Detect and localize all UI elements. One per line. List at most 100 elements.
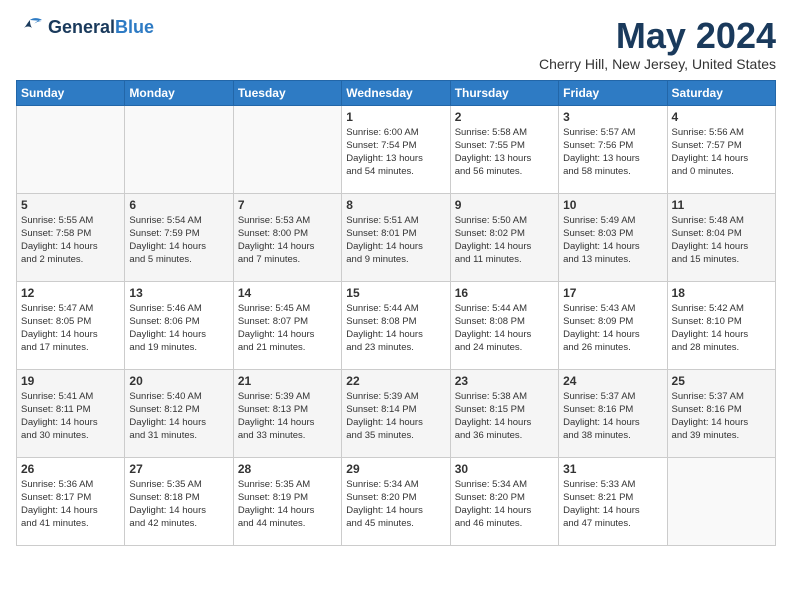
calendar-cell: 28 Sunrise: 5:35 AM Sunset: 8:19 PM Dayli… xyxy=(233,457,341,545)
calendar-cell: 15 Sunrise: 5:44 AM Sunset: 8:08 PM Dayli… xyxy=(342,281,450,369)
calendar-week-row: 5 Sunrise: 5:55 AM Sunset: 7:58 PM Daylig… xyxy=(17,193,776,281)
day-info: Sunrise: 5:45 AM Sunset: 8:07 PM Dayligh… xyxy=(238,302,337,355)
day-info: Sunrise: 5:35 AM Sunset: 8:18 PM Dayligh… xyxy=(129,478,228,531)
day-info: Sunrise: 5:40 AM Sunset: 8:12 PM Dayligh… xyxy=(129,390,228,443)
day-number: 3 xyxy=(563,110,662,124)
calendar-cell: 10Sunrise: 5:49 AM Sunset: 8:03 PM Dayli… xyxy=(559,193,667,281)
day-info: Sunrise: 5:34 AM Sunset: 8:20 PM Dayligh… xyxy=(455,478,554,531)
day-number: 26 xyxy=(21,462,120,476)
calendar-week-row: 12 Sunrise: 5:47 AM Sunset: 8:05 PM Dayli… xyxy=(17,281,776,369)
day-number: 27 xyxy=(129,462,228,476)
calendar-week-row: 19 Sunrise: 5:41 AM Sunset: 8:11 PM Dayli… xyxy=(17,369,776,457)
day-number: 7 xyxy=(238,198,337,212)
weekday-header-friday: Friday xyxy=(559,80,667,105)
weekday-header-thursday: Thursday xyxy=(450,80,558,105)
calendar-week-row: 26 Sunrise: 5:36 AM Sunset: 8:17 PM Dayli… xyxy=(17,457,776,545)
day-number: 30 xyxy=(455,462,554,476)
day-info: Sunrise: 5:37 AM Sunset: 8:16 PM Dayligh… xyxy=(672,390,771,443)
calendar-cell: 8Sunrise: 5:51 AM Sunset: 8:01 PM Daylig… xyxy=(342,193,450,281)
weekday-header-saturday: Saturday xyxy=(667,80,775,105)
calendar-cell: 20Sunrise: 5:40 AM Sunset: 8:12 PM Dayli… xyxy=(125,369,233,457)
calendar-cell: 29 Sunrise: 5:34 AM Sunset: 8:20 PM Dayli… xyxy=(342,457,450,545)
day-info: Sunrise: 5:47 AM Sunset: 8:05 PM Dayligh… xyxy=(21,302,120,355)
day-number: 21 xyxy=(238,374,337,388)
day-number: 17 xyxy=(563,286,662,300)
logo-text: GeneralBlue xyxy=(48,18,154,38)
day-number: 2 xyxy=(455,110,554,124)
day-info: Sunrise: 5:49 AM Sunset: 8:03 PM Dayligh… xyxy=(563,214,662,267)
page-header: GeneralBlue May 2024 Cherry Hill, New Je… xyxy=(16,16,776,72)
day-info: Sunrise: 5:46 AM Sunset: 8:06 PM Dayligh… xyxy=(129,302,228,355)
day-info: Sunrise: 5:35 AM Sunset: 8:19 PM Dayligh… xyxy=(238,478,337,531)
day-info: Sunrise: 5:51 AM Sunset: 8:01 PM Dayligh… xyxy=(346,214,445,267)
weekday-header-sunday: Sunday xyxy=(17,80,125,105)
weekday-header-tuesday: Tuesday xyxy=(233,80,341,105)
day-number: 31 xyxy=(563,462,662,476)
day-info: Sunrise: 5:44 AM Sunset: 8:08 PM Dayligh… xyxy=(455,302,554,355)
day-info: Sunrise: 5:53 AM Sunset: 8:00 PM Dayligh… xyxy=(238,214,337,267)
calendar-cell: 23Sunrise: 5:38 AM Sunset: 8:15 PM Dayli… xyxy=(450,369,558,457)
day-number: 9 xyxy=(455,198,554,212)
calendar-header: SundayMondayTuesdayWednesdayThursdayFrid… xyxy=(17,80,776,105)
day-info: Sunrise: 5:37 AM Sunset: 8:16 PM Dayligh… xyxy=(563,390,662,443)
day-number: 12 xyxy=(21,286,120,300)
calendar-cell: 7 Sunrise: 5:53 AM Sunset: 8:00 PM Daylig… xyxy=(233,193,341,281)
calendar-cell: 16Sunrise: 5:44 AM Sunset: 8:08 PM Dayli… xyxy=(450,281,558,369)
day-number: 28 xyxy=(238,462,337,476)
day-info: Sunrise: 5:42 AM Sunset: 8:10 PM Dayligh… xyxy=(672,302,771,355)
day-info: Sunrise: 5:34 AM Sunset: 8:20 PM Dayligh… xyxy=(346,478,445,531)
day-info: Sunrise: 5:55 AM Sunset: 7:58 PM Dayligh… xyxy=(21,214,120,267)
day-number: 15 xyxy=(346,286,445,300)
calendar-cell: 18 Sunrise: 5:42 AM Sunset: 8:10 PM Dayli… xyxy=(667,281,775,369)
calendar-cell: 9 Sunrise: 5:50 AM Sunset: 8:02 PM Daylig… xyxy=(450,193,558,281)
location: Cherry Hill, New Jersey, United States xyxy=(539,56,776,72)
calendar-cell: 4 Sunrise: 5:56 AM Sunset: 7:57 PM Daylig… xyxy=(667,105,775,193)
day-number: 1 xyxy=(346,110,445,124)
calendar-cell: 21Sunrise: 5:39 AM Sunset: 8:13 PM Dayli… xyxy=(233,369,341,457)
calendar-cell: 22 Sunrise: 5:39 AM Sunset: 8:14 PM Dayli… xyxy=(342,369,450,457)
calendar-week-row: 1Sunrise: 6:00 AM Sunset: 7:54 PM Daylig… xyxy=(17,105,776,193)
day-number: 29 xyxy=(346,462,445,476)
calendar-cell: 17 Sunrise: 5:43 AM Sunset: 8:09 PM Dayli… xyxy=(559,281,667,369)
calendar-cell: 30 Sunrise: 5:34 AM Sunset: 8:20 PM Dayli… xyxy=(450,457,558,545)
weekday-header-wednesday: Wednesday xyxy=(342,80,450,105)
day-info: Sunrise: 5:48 AM Sunset: 8:04 PM Dayligh… xyxy=(672,214,771,267)
day-info: Sunrise: 5:36 AM Sunset: 8:17 PM Dayligh… xyxy=(21,478,120,531)
day-info: Sunrise: 5:54 AM Sunset: 7:59 PM Dayligh… xyxy=(129,214,228,267)
day-number: 25 xyxy=(672,374,771,388)
day-info: Sunrise: 5:50 AM Sunset: 8:02 PM Dayligh… xyxy=(455,214,554,267)
day-number: 14 xyxy=(238,286,337,300)
day-number: 23 xyxy=(455,374,554,388)
calendar-cell: 2 Sunrise: 5:58 AM Sunset: 7:55 PM Daylig… xyxy=(450,105,558,193)
calendar-cell: 13 Sunrise: 5:46 AM Sunset: 8:06 PM Dayli… xyxy=(125,281,233,369)
calendar-cell xyxy=(125,105,233,193)
calendar-cell xyxy=(17,105,125,193)
day-info: Sunrise: 5:58 AM Sunset: 7:55 PM Dayligh… xyxy=(455,126,554,179)
calendar-cell: 24Sunrise: 5:37 AM Sunset: 8:16 PM Dayli… xyxy=(559,369,667,457)
day-info: Sunrise: 5:41 AM Sunset: 8:11 PM Dayligh… xyxy=(21,390,120,443)
day-info: Sunrise: 5:57 AM Sunset: 7:56 PM Dayligh… xyxy=(563,126,662,179)
calendar-cell: 3 Sunrise: 5:57 AM Sunset: 7:56 PM Daylig… xyxy=(559,105,667,193)
day-info: Sunrise: 5:56 AM Sunset: 7:57 PM Dayligh… xyxy=(672,126,771,179)
calendar-cell: 12 Sunrise: 5:47 AM Sunset: 8:05 PM Dayli… xyxy=(17,281,125,369)
day-number: 22 xyxy=(346,374,445,388)
calendar-cell: 25 Sunrise: 5:37 AM Sunset: 8:16 PM Dayli… xyxy=(667,369,775,457)
day-number: 11 xyxy=(672,198,771,212)
calendar-cell xyxy=(233,105,341,193)
day-info: Sunrise: 5:44 AM Sunset: 8:08 PM Dayligh… xyxy=(346,302,445,355)
calendar-cell: 31 Sunrise: 5:33 AM Sunset: 8:21 PM Dayli… xyxy=(559,457,667,545)
day-number: 19 xyxy=(21,374,120,388)
day-number: 18 xyxy=(672,286,771,300)
day-info: Sunrise: 5:43 AM Sunset: 8:09 PM Dayligh… xyxy=(563,302,662,355)
calendar-cell xyxy=(667,457,775,545)
month-title: May 2024 xyxy=(539,16,776,56)
weekday-header-monday: Monday xyxy=(125,80,233,105)
day-number: 5 xyxy=(21,198,120,212)
day-number: 13 xyxy=(129,286,228,300)
day-info: Sunrise: 5:39 AM Sunset: 8:14 PM Dayligh… xyxy=(346,390,445,443)
calendar-body: 1Sunrise: 6:00 AM Sunset: 7:54 PM Daylig… xyxy=(17,105,776,545)
day-number: 4 xyxy=(672,110,771,124)
day-info: Sunrise: 5:33 AM Sunset: 8:21 PM Dayligh… xyxy=(563,478,662,531)
calendar-cell: 19 Sunrise: 5:41 AM Sunset: 8:11 PM Dayli… xyxy=(17,369,125,457)
logo-bird-icon xyxy=(16,16,44,40)
